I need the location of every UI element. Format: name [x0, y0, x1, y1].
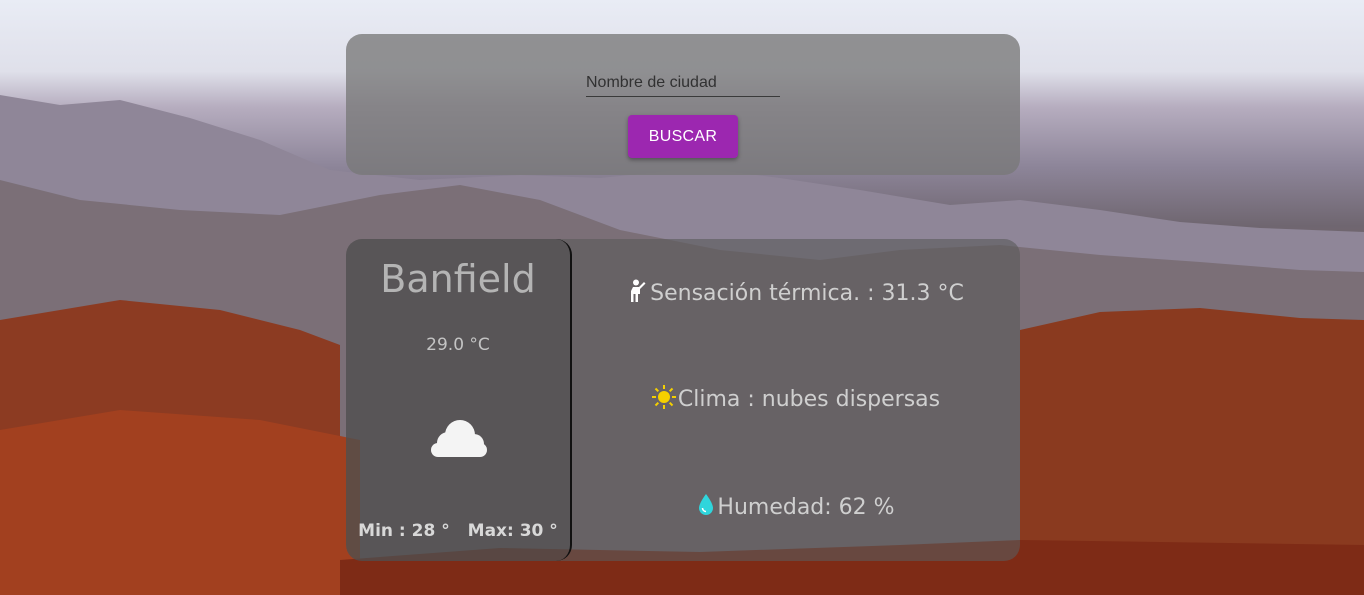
humidity-row: Humedad: 62 % [572, 493, 1020, 523]
feels-like-text: Sensación térmica. : 31.3 °C [650, 281, 964, 306]
cloud-icon [428, 419, 490, 463]
sun-icon [651, 385, 676, 415]
search-card: BUSCAR [346, 34, 1020, 175]
city-search-input[interactable] [586, 70, 780, 97]
city-name: Banfield [380, 257, 536, 301]
current-temperature: 29.0 °C [426, 335, 490, 355]
humidity-text: Humedad: 62 % [717, 495, 895, 520]
max-temperature: Max: 30 ° [467, 521, 558, 541]
weather-card: Banfield 29.0 °C Min : 28 ° Max: 30 ° Se… [346, 239, 1020, 561]
weather-summary-panel: Banfield 29.0 °C Min : 28 ° Max: 30 ° [346, 239, 572, 561]
condition-text: Clima : nubes dispersas [677, 387, 941, 412]
search-button[interactable]: BUSCAR [628, 115, 738, 158]
person-icon [628, 279, 648, 309]
feels-like-row: Sensación térmica. : 31.3 °C [572, 279, 1020, 309]
min-max-temperature: Min : 28 ° Max: 30 ° [346, 521, 570, 541]
condition-row: Clima : nubes dispersas [572, 385, 1020, 415]
min-temperature: Min : 28 ° [358, 521, 450, 541]
water-drop-icon [697, 493, 715, 523]
